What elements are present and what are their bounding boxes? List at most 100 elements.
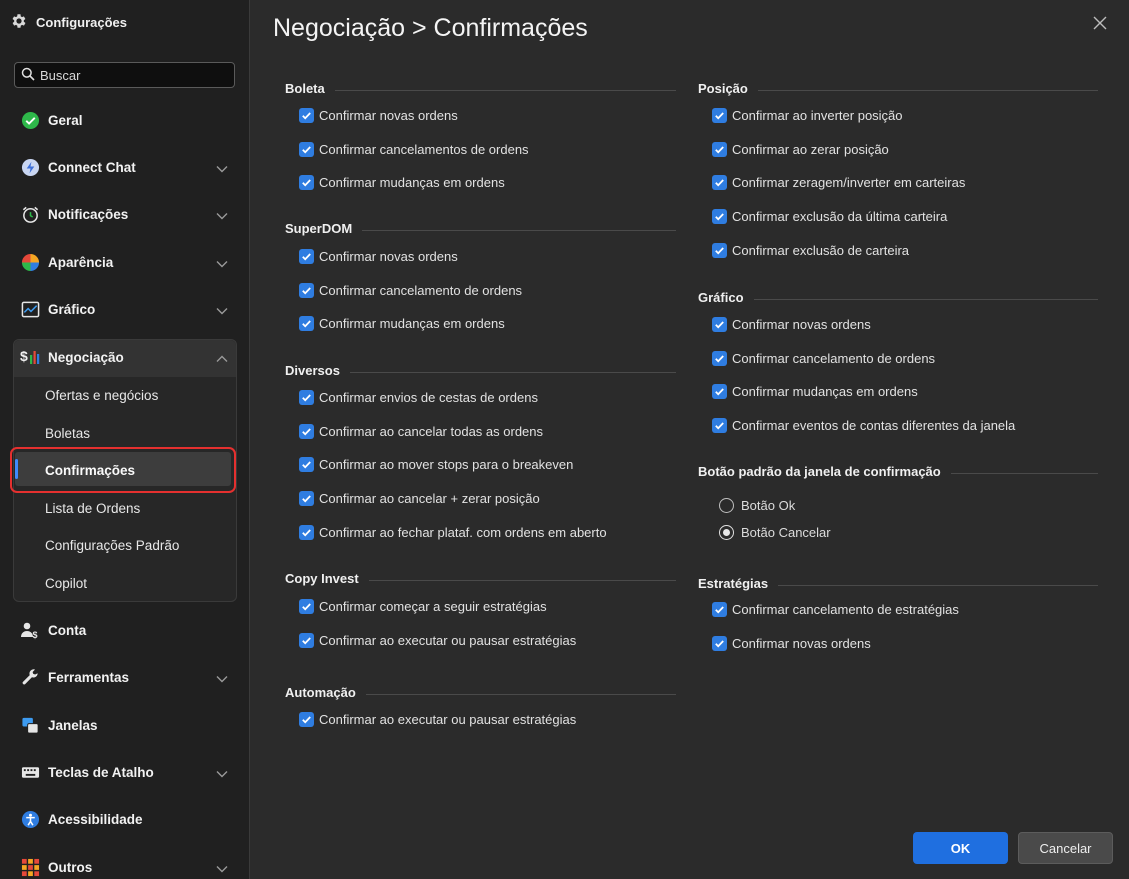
checkbox-row[interactable]: Confirmar cancelamento de estratégias: [712, 602, 959, 617]
checkbox-row[interactable]: Confirmar zeragem/inverter em carteiras: [712, 175, 966, 191]
sidebar-item-notificacoes[interactable]: Notificações: [14, 196, 236, 232]
close-icon[interactable]: [1092, 15, 1108, 31]
checkbox-checked-icon[interactable]: [712, 242, 727, 258]
checkbox-row[interactable]: Confirmar ao executar ou pausar estratég…: [299, 632, 576, 648]
sidebar-item-negociacao[interactable]: $ Negociação: [14, 339, 236, 375]
sidebar-sub-copilot[interactable]: Copilot: [45, 568, 87, 598]
chevron-up-icon: [216, 351, 228, 366]
checkbox-checked-icon[interactable]: [712, 209, 727, 225]
checkbox-checked-icon[interactable]: [299, 712, 314, 727]
keyboard-icon: [20, 762, 40, 782]
palette-icon: [20, 252, 40, 272]
checkbox-row[interactable]: Confirmar ao executar ou pausar estratég…: [299, 712, 576, 727]
sidebar-item-aparencia[interactable]: Aparência: [14, 244, 236, 280]
checkbox-checked-icon[interactable]: [299, 524, 314, 540]
checkbox-row[interactable]: Confirmar mudanças em ordens: [299, 316, 505, 332]
checkbox-label: Confirmar ao inverter posição: [732, 108, 903, 123]
checkbox-row[interactable]: Confirmar novas ordens: [712, 635, 871, 651]
search-input[interactable]: [40, 67, 230, 83]
checkbox-label: Confirmar ao zerar posição: [732, 141, 889, 157]
checkbox-row[interactable]: Confirmar novas ordens: [299, 108, 458, 123]
checkbox-row[interactable]: Confirmar exclusão da última carteira: [712, 209, 947, 225]
checkbox-row[interactable]: Confirmar começar a seguir estratégias: [299, 599, 547, 614]
checkbox-row[interactable]: Confirmar cancelamento de ordens: [712, 350, 935, 366]
sidebar-item-ferramentas[interactable]: Ferramentas: [14, 659, 236, 695]
sidebar-item-grafico[interactable]: Gráfico: [14, 291, 236, 327]
cancel-button[interactable]: Cancelar: [1018, 832, 1113, 864]
checkbox-row[interactable]: Confirmar cancelamentos de ordens: [299, 141, 529, 157]
checkbox-row[interactable]: Confirmar cancelamento de ordens: [299, 282, 522, 298]
section-title-estrategias: Estratégias: [698, 576, 769, 591]
checkbox-label: Confirmar zeragem/inverter em carteiras: [732, 175, 966, 191]
checkbox-row[interactable]: Confirmar mudanças em ordens: [299, 175, 505, 191]
checkbox-checked-icon[interactable]: [712, 317, 727, 332]
checkbox-row[interactable]: Confirmar ao inverter posição: [712, 108, 903, 123]
checkbox-checked-icon[interactable]: [712, 602, 727, 617]
checkbox-checked-icon[interactable]: [299, 141, 314, 157]
checkbox-label: Confirmar ao cancelar + zerar posição: [319, 491, 540, 507]
line-chart-icon: [20, 299, 40, 319]
section-divider: [350, 372, 676, 373]
sidebar-item-teclas-de-atalho[interactable]: Teclas de Atalho: [14, 754, 236, 790]
checkbox-label: Confirmar ao fechar plataf. com ordens e…: [319, 524, 607, 540]
radio-option[interactable]: Botão Cancelar: [719, 525, 831, 540]
accessibility-icon: [20, 809, 40, 829]
section-divider: [758, 90, 1098, 91]
sidebar-item-outros[interactable]: Outros: [14, 849, 236, 879]
chevron-down-icon: [216, 256, 228, 271]
checkbox-row[interactable]: Confirmar ao cancelar + zerar posição: [299, 491, 540, 507]
sidebar-item-acessibilidade[interactable]: Acessibilidade: [14, 801, 236, 837]
section-divider: [369, 580, 676, 581]
checkbox-checked-icon[interactable]: [299, 491, 314, 507]
section-divider: [362, 230, 676, 231]
sidebar-sub-lista-de-ordens[interactable]: Lista de Ordens: [45, 493, 140, 523]
checkbox-row[interactable]: Confirmar ao fechar plataf. com ordens e…: [299, 524, 607, 540]
checkbox-checked-icon[interactable]: [299, 282, 314, 298]
radio-unselected-icon[interactable]: [719, 498, 734, 513]
checkbox-row[interactable]: Confirmar exclusão de carteira: [712, 242, 909, 258]
checkbox-row[interactable]: Confirmar ao cancelar todas as ordens: [299, 423, 543, 439]
wrench-icon: [20, 667, 40, 687]
checkbox-row[interactable]: Confirmar novas ordens: [712, 317, 871, 332]
checkbox-checked-icon[interactable]: [299, 249, 314, 264]
checkbox-row[interactable]: Confirmar envios de cestas de ordens: [299, 390, 538, 405]
radio-option[interactable]: Botão Ok: [719, 498, 795, 513]
search-box[interactable]: [14, 62, 235, 88]
sidebar-item-conta[interactable]: $ Conta: [14, 612, 236, 648]
checkbox-checked-icon[interactable]: [299, 175, 314, 191]
checkbox-checked-icon[interactable]: [712, 384, 727, 400]
sidebar-item-label: Outros: [48, 859, 93, 875]
checkbox-row[interactable]: Confirmar ao mover stops para o breakeve…: [299, 457, 573, 473]
ok-button[interactable]: OK: [913, 832, 1008, 864]
checkbox-row[interactable]: Confirmar eventos de contas diferentes d…: [712, 418, 1015, 434]
sidebar-item-geral[interactable]: Geral: [14, 102, 236, 138]
checkbox-checked-icon[interactable]: [299, 390, 314, 405]
checkbox-checked-icon[interactable]: [712, 418, 727, 434]
checkbox-checked-icon[interactable]: [712, 635, 727, 651]
checkbox-checked-icon[interactable]: [299, 423, 314, 439]
checkbox-checked-icon[interactable]: [712, 350, 727, 366]
checkbox-label: Confirmar novas ordens: [319, 108, 458, 123]
checkbox-row[interactable]: Confirmar novas ordens: [299, 249, 458, 264]
section-title-grafico: Gráfico: [698, 290, 744, 305]
sidebar-sub-config-padrao[interactable]: Configurações Padrão: [45, 530, 179, 560]
sidebar-item-connect-chat[interactable]: Connect Chat: [14, 149, 236, 185]
sidebar-item-janelas[interactable]: Janelas: [14, 707, 236, 743]
radio-selected-icon[interactable]: [719, 525, 734, 540]
checkbox-checked-icon[interactable]: [299, 108, 314, 123]
chevron-down-icon: [216, 161, 228, 176]
checkbox-checked-icon[interactable]: [299, 316, 314, 332]
sidebar-sub-boletas[interactable]: Boletas: [45, 418, 90, 448]
section-title-boleta: Boleta: [285, 81, 325, 96]
checkbox-checked-icon[interactable]: [299, 457, 314, 473]
checkbox-row[interactable]: Confirmar ao zerar posição: [712, 141, 889, 157]
checkbox-checked-icon[interactable]: [299, 599, 314, 614]
sidebar-sub-ofertas[interactable]: Ofertas e negócios: [45, 380, 158, 410]
checkbox-row[interactable]: Confirmar mudanças em ordens: [712, 384, 918, 400]
checkbox-checked-icon[interactable]: [712, 108, 727, 123]
checkbox-checked-icon[interactable]: [712, 141, 727, 157]
checkbox-checked-icon[interactable]: [299, 632, 314, 648]
section-title-botao-padrao: Botão padrão da janela de confirmação: [698, 464, 941, 479]
checkbox-checked-icon[interactable]: [712, 175, 727, 191]
chevron-down-icon: [216, 303, 228, 318]
